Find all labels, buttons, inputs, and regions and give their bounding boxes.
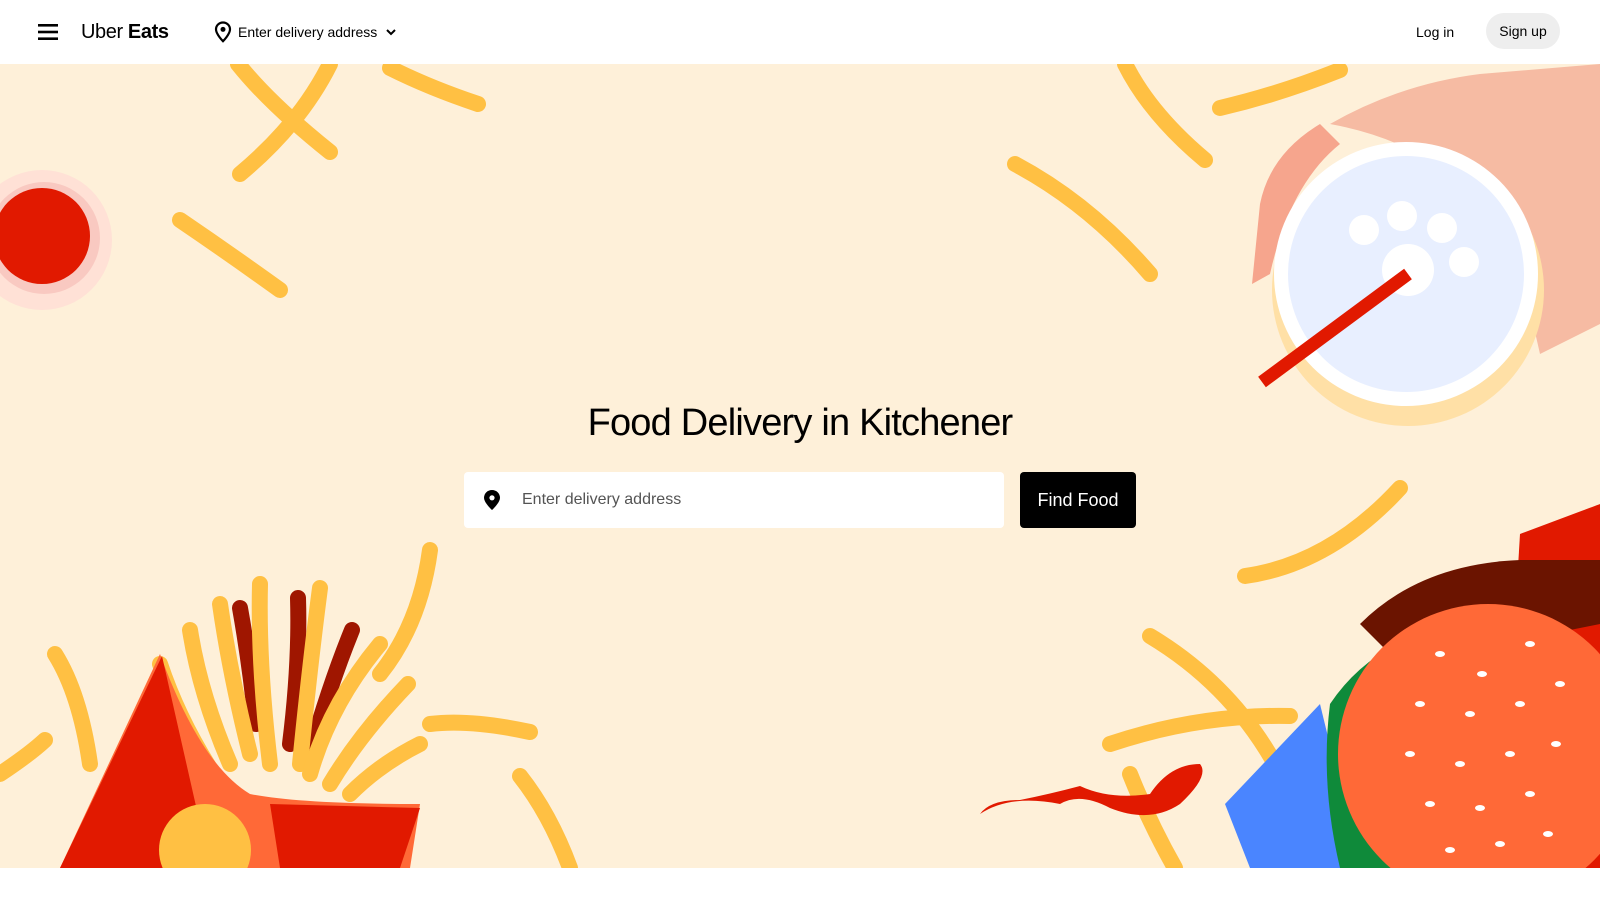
fry — [0, 732, 53, 782]
hero-food-illustration — [0, 64, 1600, 868]
find-food-button[interactable]: Find Food — [1020, 472, 1136, 528]
fry — [422, 714, 538, 740]
fry — [1007, 156, 1158, 282]
drink-cup — [1252, 64, 1600, 426]
delivery-address-button[interactable]: Enter delivery address — [214, 19, 397, 45]
uber-eats-logo[interactable]: Uber Eats — [81, 19, 169, 45]
page-bottom — [0, 868, 1600, 900]
chevron-down-icon — [386, 29, 397, 36]
location-pin-icon — [484, 490, 500, 510]
fry — [1212, 64, 1348, 116]
fry — [1142, 628, 1283, 772]
fry — [512, 768, 578, 868]
fry — [372, 542, 438, 682]
signup-button[interactable]: Sign up — [1486, 13, 1560, 49]
logo-eats: Eats — [127, 21, 169, 43]
page-title: Food Delivery in Kitchener — [587, 402, 1014, 444]
address-input[interactable] — [520, 490, 980, 510]
fry — [1117, 64, 1213, 168]
logo-uber: Uber — [81, 21, 123, 43]
ketchup-splash — [980, 764, 1203, 816]
fry — [1237, 480, 1408, 584]
top-nav: Uber Eats Enter delivery address Log in … — [0, 0, 1600, 64]
burger — [1225, 504, 1600, 868]
location-pin-icon — [214, 21, 232, 43]
delivery-address-label: Enter delivery address — [238, 24, 378, 40]
hero-section: Food Delivery in Kitchener Find Food — [0, 64, 1600, 868]
menu-icon[interactable] — [38, 22, 60, 42]
fries-carton — [60, 576, 428, 868]
ketchup-cup — [0, 170, 112, 310]
fry — [172, 212, 288, 298]
address-search-box[interactable] — [464, 472, 1004, 528]
fry — [382, 64, 486, 112]
fry — [47, 646, 98, 772]
login-button[interactable]: Log in — [1402, 16, 1468, 48]
